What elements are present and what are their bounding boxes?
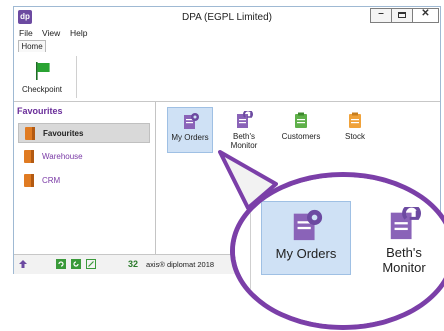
my-orders-icon	[184, 113, 199, 129]
favourites-item-crm[interactable]: CRM	[18, 171, 150, 191]
edit-icon[interactable]	[86, 259, 96, 269]
stock-icon	[349, 112, 361, 128]
tile-label: Customers	[281, 132, 321, 141]
refresh-icon[interactable]	[56, 259, 66, 269]
tab-home[interactable]: Home	[18, 40, 46, 52]
book-icon	[24, 174, 34, 187]
tile-label: My Orders	[171, 133, 209, 142]
ribbon: Checkpoint	[14, 52, 440, 102]
favourites-item-label: Favourites	[43, 129, 84, 138]
my-orders-icon	[293, 209, 323, 241]
flag-icon	[36, 62, 50, 80]
beths-monitor-icon	[390, 207, 421, 240]
favourites-item-warehouse[interactable]: Warehouse	[18, 147, 150, 167]
favourites-item-label: CRM	[42, 176, 61, 185]
beths-monitor-icon	[237, 111, 253, 128]
upload-icon[interactable]	[18, 259, 28, 269]
zoom-tile-label: Beth's Monitor	[382, 245, 426, 275]
status-bar: 32 axis® diplomat 2018	[14, 254, 249, 274]
favourites-item-label: Warehouse	[42, 152, 83, 161]
maximize-button[interactable]	[391, 8, 413, 23]
tile-label: Beth's Monitor	[230, 132, 258, 150]
sync-icon[interactable]	[71, 259, 81, 269]
tile-my-orders[interactable]: My Orders	[167, 107, 213, 153]
tile-customers[interactable]: Customers	[278, 107, 324, 153]
tile-beths-monitor[interactable]: Beth's Monitor	[221, 107, 267, 153]
tile-label: Stock	[344, 132, 365, 141]
menu-view[interactable]: View	[42, 28, 60, 38]
book-icon	[24, 150, 34, 163]
zoom-callout: My Orders Beth's Monitor	[230, 172, 444, 330]
status-count: 32	[128, 259, 139, 269]
checkpoint-button[interactable]: Checkpoint	[18, 56, 66, 98]
tile-stock[interactable]: Stock	[332, 107, 378, 153]
minimize-button[interactable]: –	[370, 8, 392, 23]
close-button[interactable]: ✕	[412, 8, 439, 23]
favourites-header: Favourites	[17, 106, 63, 116]
zoom-tile-label: My Orders	[275, 246, 337, 261]
zoom-tile-my-orders[interactable]: My Orders	[261, 201, 351, 275]
menu-file[interactable]: File	[19, 28, 33, 38]
brand-text: axis® diplomat 2018	[146, 260, 215, 269]
zoom-tile-beths-monitor[interactable]: Beth's Monitor	[359, 201, 444, 275]
customers-icon	[295, 112, 307, 128]
favourites-item-favourites[interactable]: Favourites	[18, 123, 150, 143]
menu-help[interactable]: Help	[70, 28, 87, 38]
checkpoint-label: Checkpoint	[21, 85, 63, 94]
zoom-divider	[250, 177, 251, 325]
favourites-panel: Favourites Favourites Warehouse CRM	[14, 102, 156, 273]
title-bar: dp DPA (EGPL Limited) – ✕	[14, 7, 440, 27]
book-icon	[25, 127, 35, 140]
menu-bar: File View Help	[14, 27, 440, 40]
ribbon-separator	[76, 56, 77, 98]
